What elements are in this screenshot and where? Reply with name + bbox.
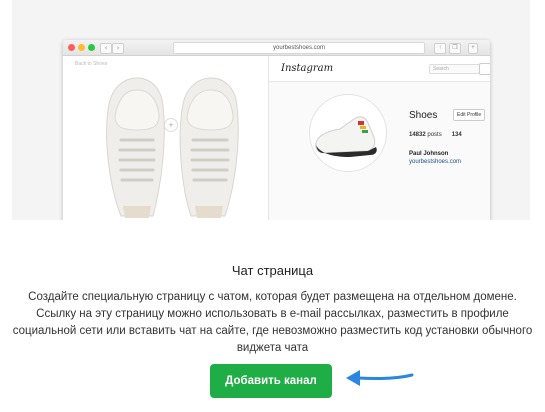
section-title: Чат страница xyxy=(231,263,314,278)
close-dot xyxy=(68,44,75,51)
back-arrow-icon: ‹ xyxy=(100,43,112,54)
minimize-dot xyxy=(78,44,85,51)
instagram-logo: Instagram xyxy=(281,63,334,74)
instagram-profile: Instagram Search Shoes Edit Profile 1483… xyxy=(268,56,490,220)
plus-icon: + xyxy=(164,118,178,132)
instagram-search: Search xyxy=(429,64,480,74)
followers-count: 134 xyxy=(451,132,462,138)
profile-icon xyxy=(479,63,490,75)
profile-name: Shoes xyxy=(409,110,438,121)
add-channel-button[interactable]: Добавить канал xyxy=(210,364,332,398)
sneaker-avatar-image xyxy=(315,116,377,157)
preview-panel: ‹ › yourbestshoes.com ↑ ❐ + Back to Shoe… xyxy=(12,0,530,220)
section-description: Создайте специальную страницу с чатом, к… xyxy=(12,291,533,354)
share-icon: ↑ xyxy=(434,43,446,54)
browser-titlebar: ‹ › yourbestshoes.com ↑ ❐ + xyxy=(63,40,490,56)
profile-avatar xyxy=(309,94,387,172)
profile-website-link[interactable]: yourbestshoes.com xyxy=(409,159,461,165)
forward-arrow-icon: › xyxy=(112,43,124,54)
back-to-shoes-link[interactable]: Back to Shoes xyxy=(75,61,107,67)
instagram-header: Instagram Search xyxy=(269,56,490,82)
address-bar: yourbestshoes.com xyxy=(173,42,425,54)
product-image-area: Back to Shoes + xyxy=(63,56,268,220)
profile-stats: 14832 posts 134 xyxy=(409,132,462,138)
maximize-dot xyxy=(88,44,95,51)
new-tab-icon: + xyxy=(468,43,478,54)
edit-profile-button[interactable]: Edit Profile xyxy=(453,109,486,121)
profile-person-name: Paul Johnson xyxy=(409,151,449,157)
posts-label: posts xyxy=(427,132,442,138)
arrow-pointer-icon xyxy=(346,370,414,386)
tabs-icon: ❐ xyxy=(449,43,461,54)
sneakers-image xyxy=(106,77,239,218)
browser-mockup: ‹ › yourbestshoes.com ↑ ❐ + Back to Shoe… xyxy=(63,40,490,220)
posts-count: 14832 xyxy=(409,132,426,138)
